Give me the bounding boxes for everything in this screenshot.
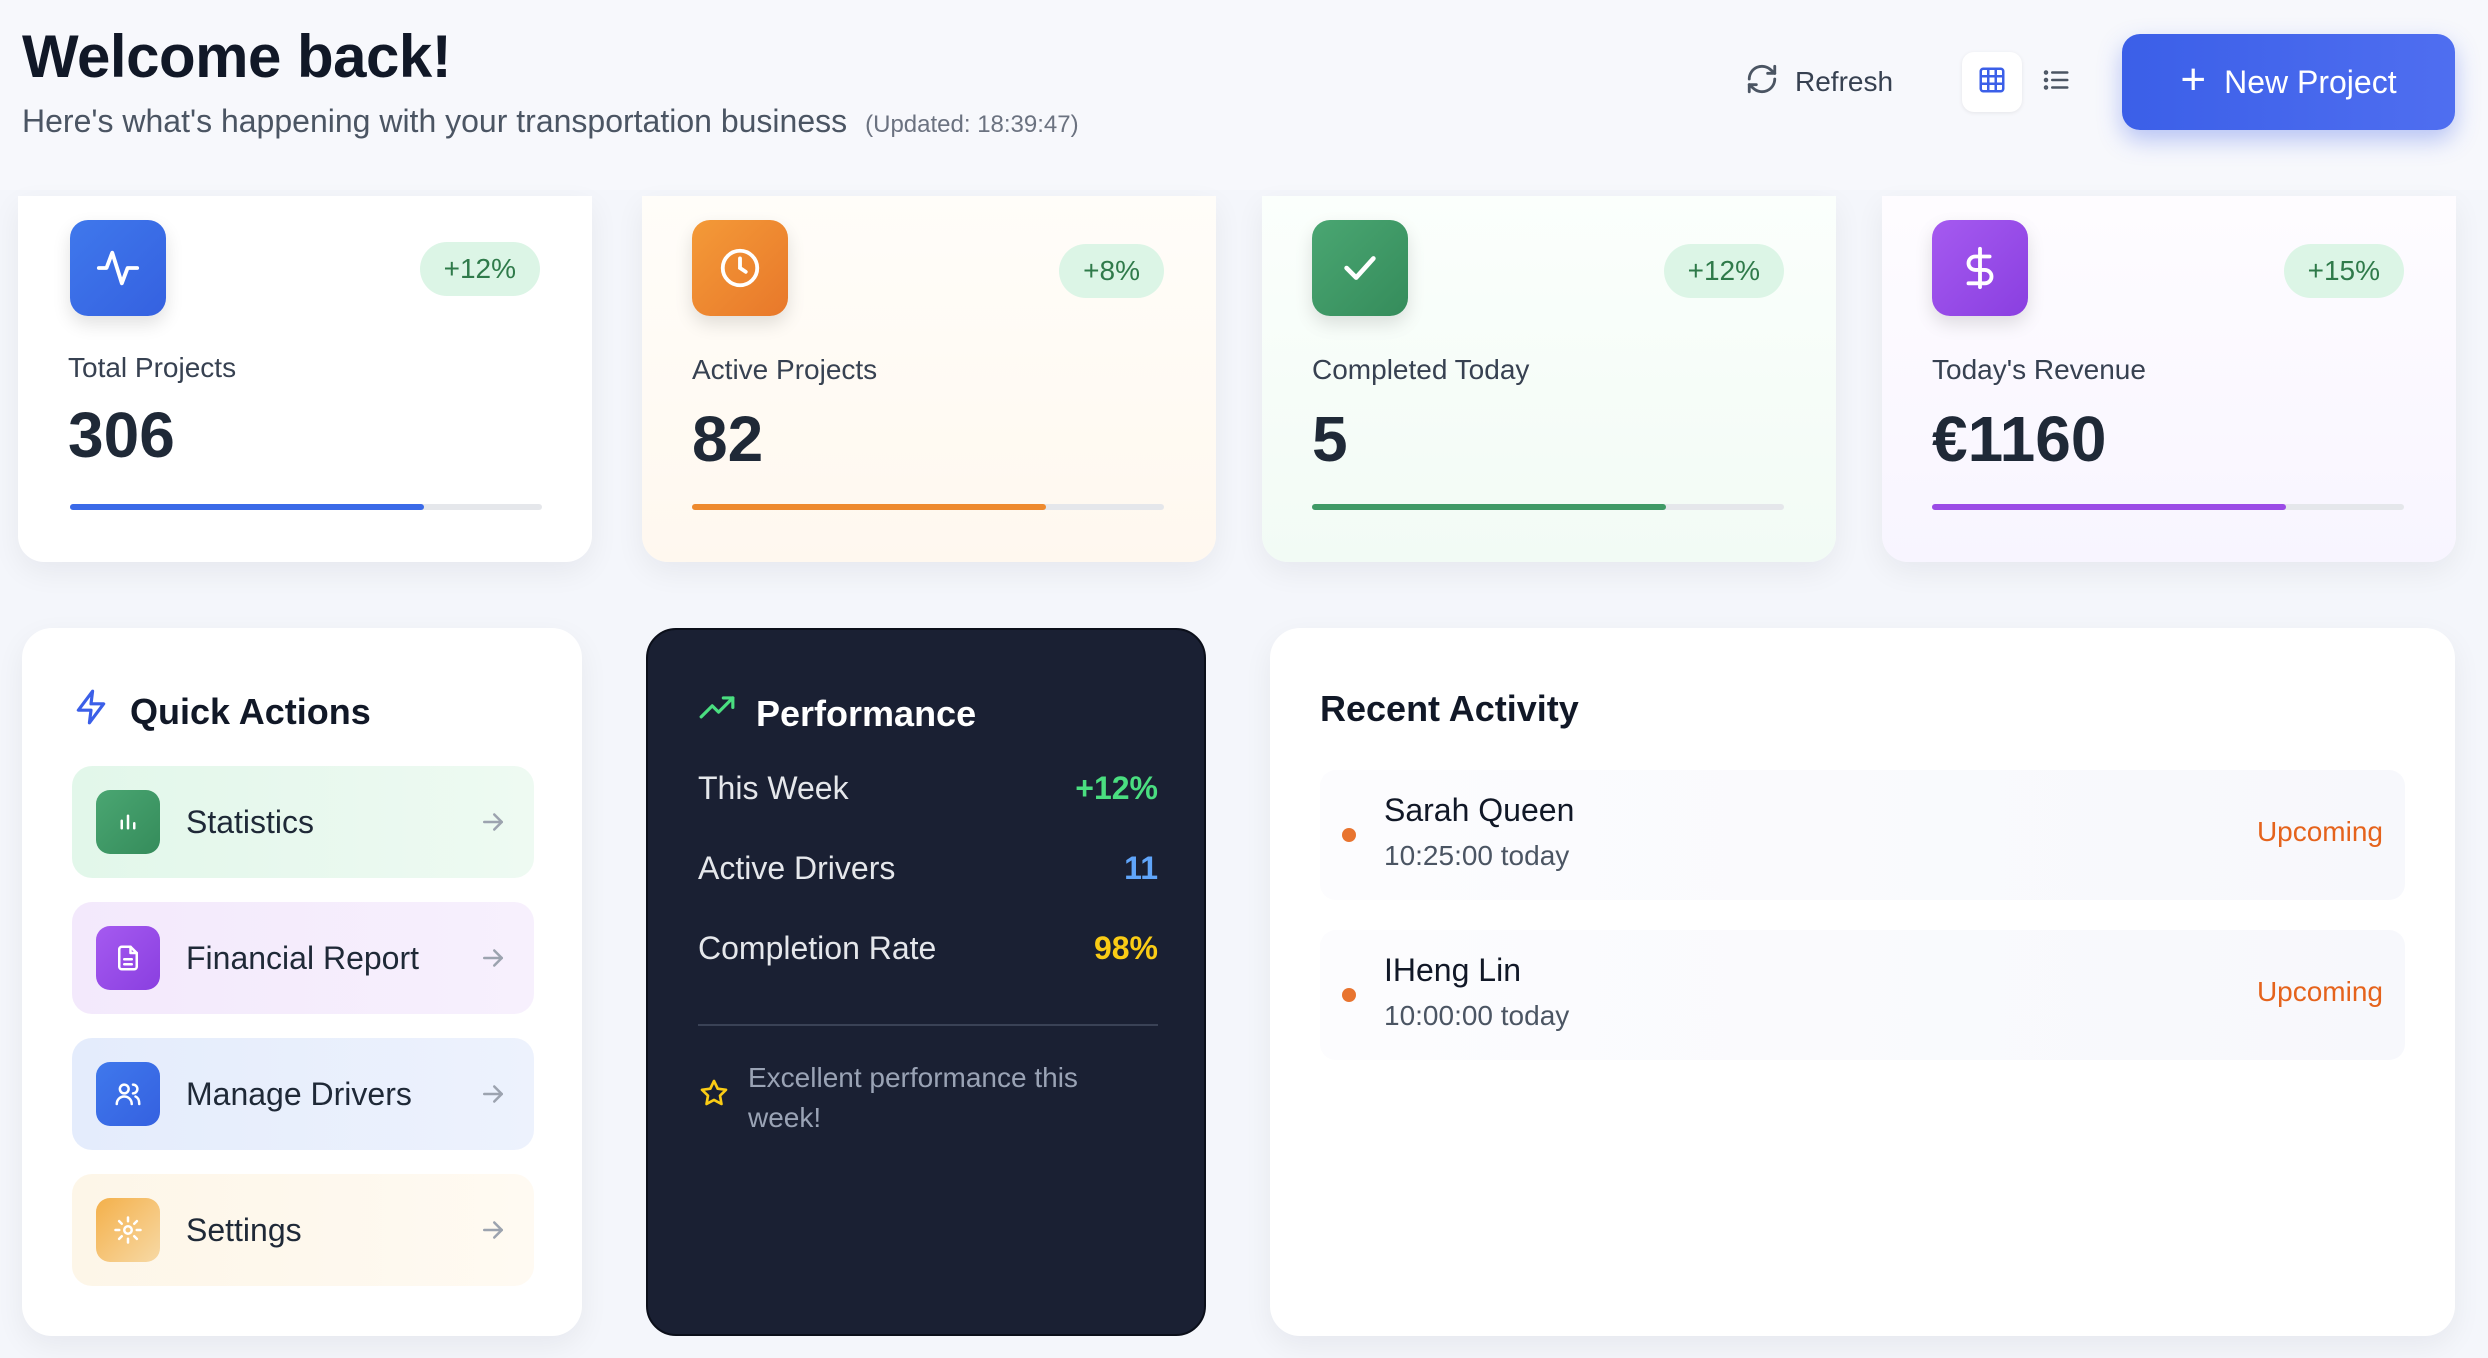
performance-note: Excellent performance this week! [698,1058,1158,1138]
quick-action-label: Financial Report [186,939,419,976]
stat-value: 306 [68,399,175,471]
activity-item[interactable]: Sarah Queen 10:25:00 today Upcoming [1320,770,2405,900]
perf-label: This Week [698,770,849,806]
performance-header: Performance [698,690,976,737]
grid-view-button[interactable] [1962,52,2022,112]
arrow-right-icon [483,1085,503,1103]
gear-icon [96,1198,160,1262]
activity-name: Sarah Queen [1384,792,1575,828]
page-title: Welcome back! [22,23,452,90]
activity-item[interactable]: IHeng Lin 10:00:00 today Upcoming [1320,930,2405,1060]
refresh-label: Refresh [1795,66,1894,97]
clock-icon [692,220,788,316]
activity-status: Upcoming [2256,976,2383,1007]
performance-row-completion-rate: Completion Rate 98% [698,930,1158,967]
activity-time: 10:25:00 today [1384,840,1570,871]
quick-actions-header: Quick Actions [72,688,371,735]
stat-progress-bar [1312,504,1784,510]
subtitle-text: Here's what's happening with your transp… [22,103,848,139]
quick-action-financial-report[interactable]: Financial Report [72,902,534,1014]
star-icon [698,1077,730,1120]
stat-value: 82 [692,403,764,475]
stat-value: €1160 [1932,403,2107,475]
quick-actions-panel: Quick Actions Statistics Financial Repor… [22,628,582,1336]
stat-progress-fill [1312,504,1666,510]
activity-name: IHeng Lin [1384,952,1521,988]
divider [698,1024,1158,1026]
plus-icon: + [2180,55,2207,104]
quick-action-settings[interactable]: Settings [72,1174,534,1286]
stat-label: Completed Today [1312,354,1530,385]
stat-label: Total Projects [68,352,237,383]
stat-progress-fill [1932,504,2286,510]
new-project-label: New Project [2224,63,2397,100]
page-header: Welcome back! Here's what's happening wi… [0,0,2488,190]
quick-action-label: Manage Drivers [186,1075,412,1112]
refresh-button[interactable]: Refresh [1745,56,1893,108]
stat-card-todays-revenue: +15% Today's Revenue €1160 [1882,196,2456,562]
performance-note-text: Excellent performance this week! [748,1062,1078,1133]
trending-up-icon [698,690,736,737]
grid-icon [1977,65,2007,100]
performance-panel: Performance This Week +12% Active Driver… [646,628,1206,1336]
perf-value: 98% [1093,930,1158,966]
perf-value: +12% [1075,770,1158,806]
stat-progress-fill [70,504,424,510]
users-icon [96,1062,160,1126]
status-dot [1342,988,1356,1002]
performance-row-this-week: This Week +12% [698,770,1158,807]
stat-progress-fill [692,504,1046,510]
stat-card-active-projects: +8% Active Projects 82 [642,196,1216,562]
perf-value: 11 [1124,850,1158,886]
list-icon [2041,65,2071,100]
arrow-right-icon [483,1221,503,1239]
quick-action-label: Settings [186,1211,302,1248]
quick-action-label: Statistics [186,803,315,840]
stat-change-badge: +8% [1059,244,1164,298]
stat-label: Today's Revenue [1932,354,2146,385]
refresh-icon [1745,62,1779,103]
quick-actions-title: Quick Actions [130,690,371,732]
stat-change-badge: +15% [2283,244,2404,298]
stat-progress-bar [70,504,542,510]
page-subtitle: Here's what's happening with your transp… [22,103,1079,140]
stat-value: 5 [1312,403,1348,475]
activity-time: 10:00:00 today [1384,1000,1570,1031]
stat-progress-bar [1932,504,2404,510]
recent-activity-header: Recent Activity [1320,688,1579,730]
list-view-button[interactable] [2026,52,2086,112]
perf-label: Active Drivers [698,850,896,886]
recent-activity-title: Recent Activity [1320,688,1579,729]
updated-timestamp: (Updated: 18:39:47) [865,111,1079,138]
lightning-icon [72,688,110,735]
recent-activity-panel: Recent Activity Sarah Queen 10:25:00 tod… [1270,628,2455,1336]
bar-chart-icon [96,790,160,854]
document-icon [96,926,160,990]
view-toggle [1962,50,2092,114]
stat-label: Active Projects [692,354,878,385]
stat-card-total-projects: +12% Total Projects 306 [18,196,592,562]
performance-row-active-drivers: Active Drivers 11 [698,850,1158,887]
perf-label: Completion Rate [698,930,937,966]
activity-icon [70,220,166,316]
quick-action-statistics[interactable]: Statistics [72,766,534,878]
stat-card-completed-today: +12% Completed Today 5 [1262,196,1836,562]
performance-title: Performance [756,692,977,734]
stat-change-badge: +12% [1663,244,1784,298]
status-dot [1342,828,1356,842]
stat-progress-bar [692,504,1164,510]
dollar-icon [1932,220,2028,316]
arrow-right-icon [483,949,503,967]
stat-change-badge: +12% [419,242,540,296]
quick-action-manage-drivers[interactable]: Manage Drivers [72,1038,534,1150]
activity-status: Upcoming [2256,816,2383,847]
new-project-button[interactable]: + New Project [2122,34,2455,130]
check-icon [1312,220,1408,316]
arrow-right-icon [483,813,503,831]
